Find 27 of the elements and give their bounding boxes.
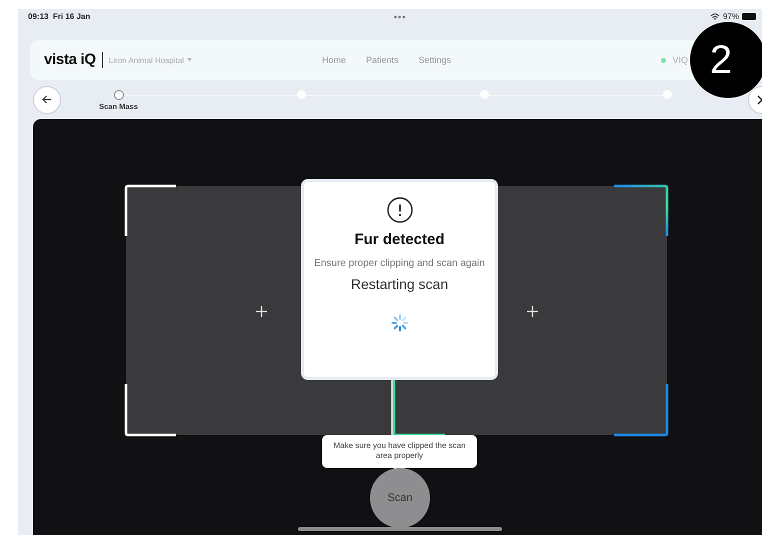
loading-spinner-icon <box>390 314 408 332</box>
clinic-selector[interactable]: Liron Animal Hospital <box>108 56 192 64</box>
logo[interactable]: vista iQ <box>44 52 103 68</box>
corner-bracket <box>614 384 668 436</box>
nav-link[interactable]: Settings <box>418 55 452 65</box>
scan-button[interactable]: Scan <box>370 468 430 528</box>
nav-link[interactable]: Patients <box>366 55 398 65</box>
dialog-message: Ensure proper clipping and scan again <box>314 258 485 270</box>
plus-icon <box>527 306 538 317</box>
plus-icon <box>256 306 267 317</box>
nav-link[interactable]: Home <box>322 55 346 65</box>
status-time: 09:13 Fri 16 Jan <box>28 12 90 21</box>
multitasking-dots[interactable]: ••• <box>394 12 406 22</box>
corner-bracket <box>124 184 176 236</box>
device-name[interactable]: VIQ <box>672 55 688 65</box>
back-button[interactable] <box>33 86 61 114</box>
battery-icon <box>742 13 756 20</box>
dialog-title: Fur detected <box>354 231 444 248</box>
dialog-status: Restarting scan <box>350 276 448 292</box>
wifi-icon <box>710 12 720 20</box>
step-dot[interactable] <box>114 90 124 100</box>
caret-icon <box>186 58 192 62</box>
battery-percent: 97% <box>722 12 739 21</box>
warning-icon <box>386 197 412 223</box>
back-arrow-icon <box>42 95 52 104</box>
corner-bracket <box>614 184 668 236</box>
corner-bracket <box>124 384 176 436</box>
